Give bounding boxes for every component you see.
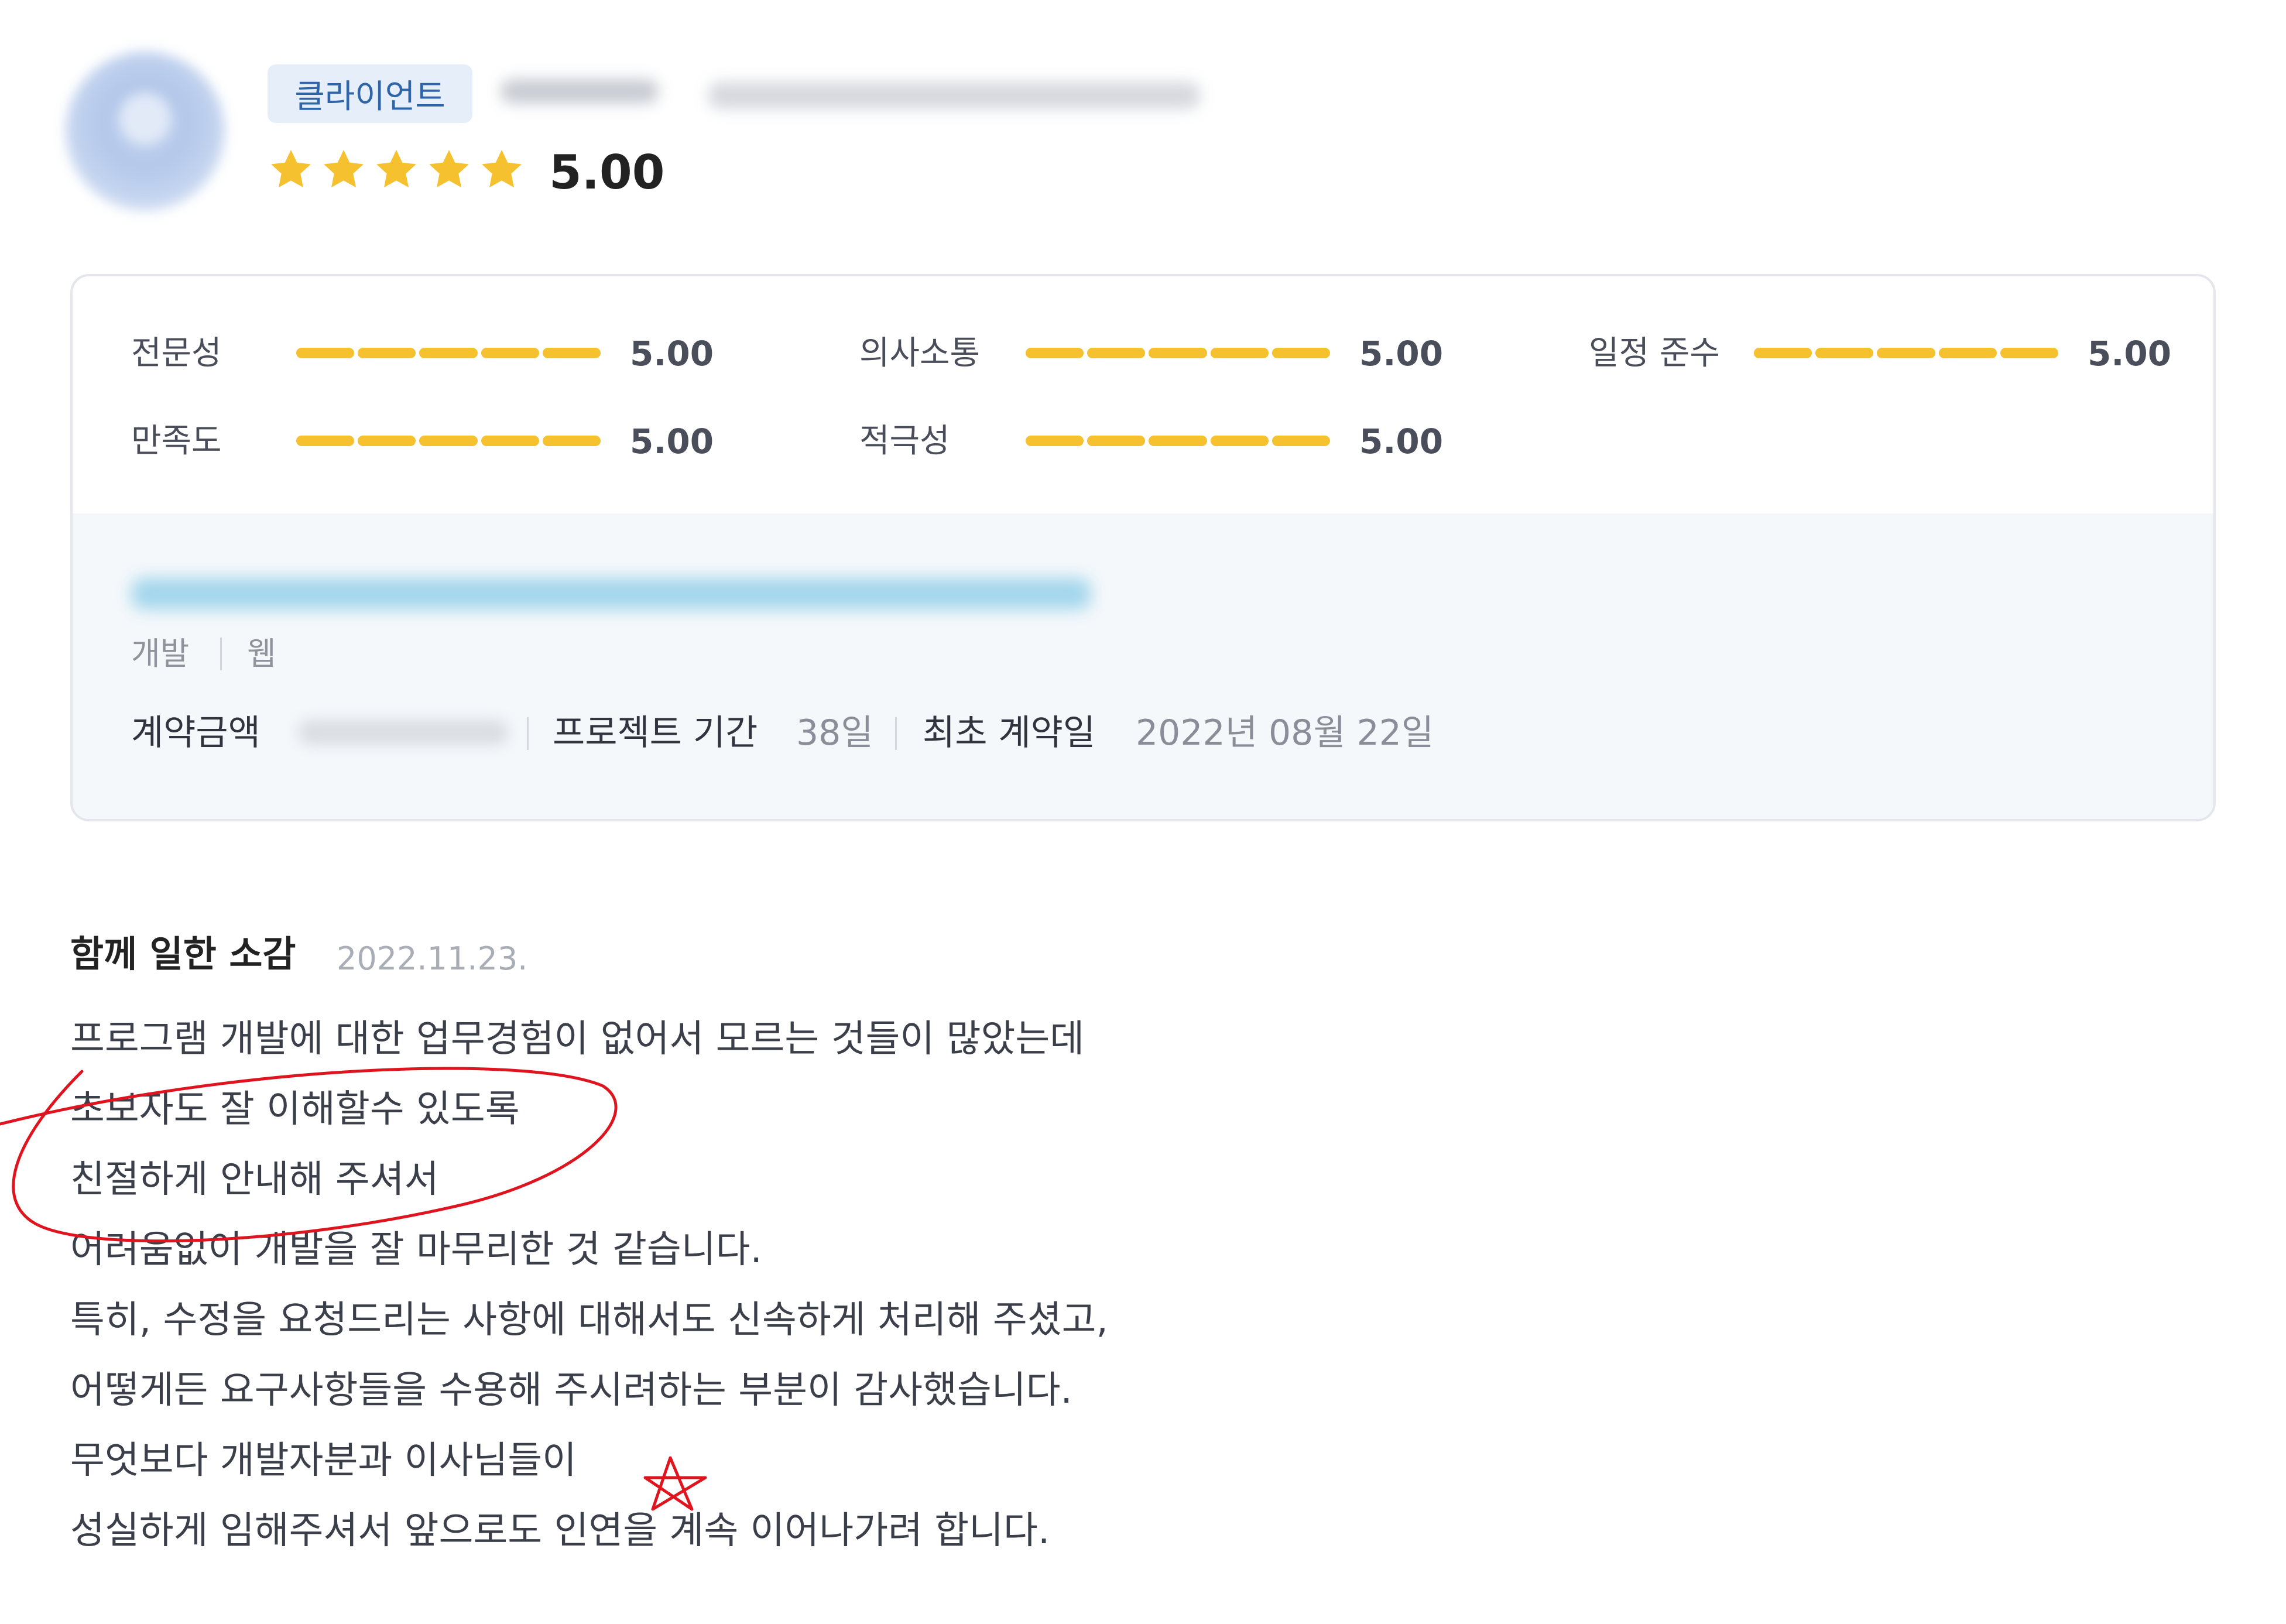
star-icon [482,150,522,188]
star-rating [268,141,525,199]
metric-label-schedule: 일정 준수 [1589,334,1720,372]
review-line: 어떻게든 요구사항들을 수용해 주시려하는 부분이 감사했습니다. [70,1369,1072,1412]
review-date: 2022.11.23. [337,940,528,977]
first-contract-label: 최초 계약일 [923,712,1096,753]
first-contract-value: 2022년 08월 22일 [1136,712,1434,753]
project-info: 개발 웹 계약금액 프로젝트 기간 38일 최초 계약일 2022년 08월 2… [73,513,2213,819]
blurred-project-title[interactable] [131,578,1091,609]
divider [220,638,222,670]
score-card: 전문성 5.00 의사소통 5.00 일정 준수 5.00 만족도 5.00 적… [70,274,2216,821]
blurred-company [708,82,1200,109]
metric-label-proactivity: 적극성 [859,422,950,460]
project-duration-value: 38일 [796,712,873,753]
blurred-username [501,79,659,104]
review-title: 함께 일한 소감 [70,933,296,975]
star-icon [324,150,364,188]
metric-value-expertise: 5.00 [630,334,714,374]
metric-value-proactivity: 5.00 [1359,422,1444,461]
star-icon [376,150,416,188]
client-badge: 클라이언트 [268,64,472,123]
metric-value-communication: 5.00 [1359,334,1444,374]
contract-amount-label: 계약금액 [131,712,261,753]
metric-label-satisfaction: 만족도 [131,422,222,460]
overall-rating: 5.00 [549,145,665,200]
metric-value-schedule: 5.00 [2088,334,2172,374]
review-line: 특히, 수정을 요청드리는 사항에 대해서도 신속하게 처리해 주셨고, [70,1298,1108,1342]
review-line: 친절하게 안내해 주셔서 [70,1158,439,1201]
blurred-contract-amount [298,720,509,745]
star-icon [271,150,311,188]
metric-label-expertise: 전문성 [131,334,222,372]
review-line: 어려움없이 개발을 잘 마무리한 것 같습니다. [70,1228,762,1272]
review-line: 성실하게 임해주셔서 앞으로도 인연을 계속 이어나가려 합니다. [70,1509,1050,1553]
avatar-inner [120,94,170,144]
star-icon [429,150,469,188]
project-subcategory: 웹 [247,635,276,672]
metric-bar-communication [1026,348,1331,358]
review-line: 무엇보다 개발자분과 이사님들이 [70,1439,577,1482]
metric-bar-proactivity [1026,436,1331,446]
review-line: 초보자도 잘 이해할수 있도록 [70,1088,520,1131]
metric-label-communication: 의사소통 [859,334,981,372]
metric-bar-expertise [296,348,601,358]
metric-bar-schedule [1754,348,2059,358]
project-category: 개발 [131,635,190,672]
review-line: 프로그램 개발에 대한 업무경험이 없어서 모르는 것들이 많았는데 [70,1017,1085,1061]
project-duration-label: 프로젝트 기간 [553,712,758,753]
metric-value-satisfaction: 5.00 [630,422,714,461]
divider [527,717,529,750]
divider [895,717,897,750]
metric-bar-satisfaction [296,436,601,446]
